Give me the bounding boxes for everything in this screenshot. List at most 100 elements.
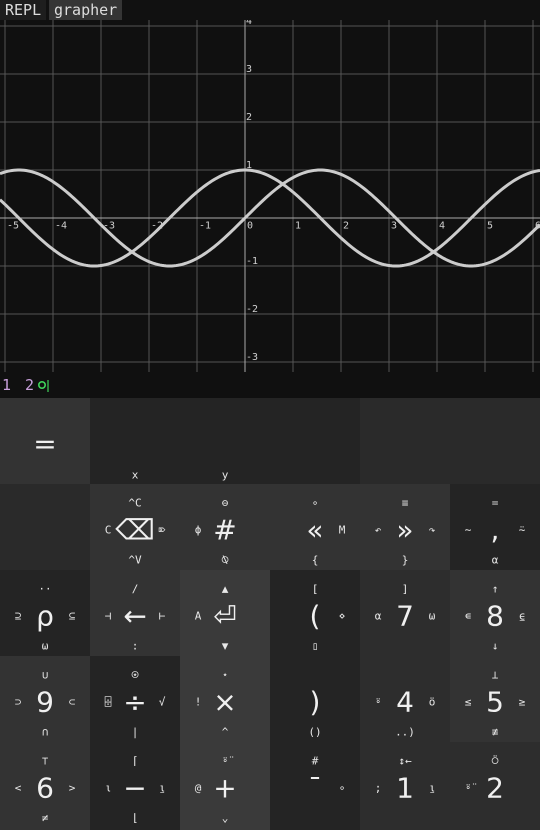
x-tick-label: -1 xyxy=(199,220,211,231)
y-tick-label: -1 xyxy=(246,256,258,267)
key-minus[interactable]: − ⌈ ⌊ ⍳ ⍸ xyxy=(90,742,180,830)
key-swipe-down-label: { xyxy=(311,553,319,567)
key-main-label: , xyxy=(490,513,500,547)
key-backspace[interactable]: ⌫ ^C ^V C ⌦ xyxy=(90,484,180,570)
key-plus[interactable]: + ⍤̈ ⌄ @ xyxy=(180,742,270,830)
key-swipe-up-label: ↕← xyxy=(398,754,412,768)
key-swipe-right-label: ⊂ xyxy=(68,695,76,709)
key-4[interactable]: 4..) ⍤ ö xyxy=(360,656,450,742)
tab-grapher[interactable]: grapher xyxy=(49,0,123,20)
key-main-label: 1 xyxy=(396,771,414,805)
key-7[interactable]: 7] ⍺ ⍵ xyxy=(360,570,450,656)
key-swipe-up-label: ⍤̈ xyxy=(221,754,229,768)
key-divide[interactable]: ÷ ⍟ | ⌹ √ xyxy=(90,656,180,742)
key-macron[interactable]: ¯ # ∘ xyxy=(270,742,360,830)
key-main-label: » xyxy=(396,513,414,547)
key-swipe-down-label: ▼ xyxy=(221,639,229,653)
key-5[interactable]: 5 ⊥ ≢ ≤ ≥ xyxy=(450,656,540,742)
key-swipe-left-label: ϕ xyxy=(194,523,202,537)
key-variable-label: x xyxy=(131,468,139,482)
key-swipe-left-label: ⊣ xyxy=(104,609,112,623)
key-swipe-down-label: ∩ xyxy=(41,725,49,739)
key-close-paren[interactable]: ) () xyxy=(270,656,360,742)
key-swipe-right-label: > xyxy=(68,781,76,795)
key-swipe-right-label: ö xyxy=(428,695,436,709)
key-swipe-up-label: ⍟ xyxy=(131,668,139,682)
key-main-label: ) xyxy=(309,685,321,719)
key-swipe-right-label: ⊢ xyxy=(158,609,166,623)
key-main-label: # xyxy=(213,513,237,547)
x-tick-label: 0 xyxy=(247,220,253,231)
key-swipe-down-label: : xyxy=(131,639,139,653)
key-swipe-left-label: ⍤ xyxy=(374,695,382,709)
key-swipe-right-label: ⍸ xyxy=(158,781,166,795)
key-left-guillemet[interactable]: « ∘ {M xyxy=(270,484,360,570)
backspace-icon: ⌫ xyxy=(115,513,155,547)
key-swipe-up-label: [ xyxy=(311,582,319,596)
key-main-label: 7 xyxy=(396,599,414,633)
key-swipe-left-label: ⍤̈ xyxy=(464,781,472,795)
key-swipe-up-label: ⊖ xyxy=(221,496,229,510)
key-right-guillemet[interactable]: » ≡} ↶ ↷ xyxy=(360,484,450,570)
key-main-label: = xyxy=(33,427,57,461)
key-main-label: 5 xyxy=(486,685,504,719)
key-swipe-left-label: ↶ xyxy=(374,523,382,537)
x-tick-label: -4 xyxy=(55,220,67,231)
ring-cursor-icon xyxy=(38,380,49,392)
key-9[interactable]: 9 ∪ ∩ ⊃ ⊂ xyxy=(0,656,90,742)
key-main-label: ¯ xyxy=(308,771,322,805)
input-value-2: 2 xyxy=(25,376,35,394)
key-swipe-right-label: ↷ xyxy=(428,523,436,537)
key-hash[interactable]: # ⊖ ⍉ ϕ xyxy=(180,484,270,570)
key-swipe-up-label: / xyxy=(131,582,139,596)
key-swipe-left-label: ; xyxy=(374,781,382,795)
key-swipe-up-label: ↑ xyxy=(491,582,499,596)
key-swipe-right-label: ⍨ xyxy=(518,523,526,537)
key-6[interactable]: 6 ⊤ ≠ < > xyxy=(0,742,90,830)
x-tick-label: 4 xyxy=(439,220,445,231)
key-main-label: « xyxy=(306,513,324,547)
key-swipe-right-label: √ xyxy=(158,695,166,709)
x-tick-label: 5 xyxy=(487,220,493,231)
key-enter[interactable]: ⏎ ▲ ▼ A xyxy=(180,570,270,656)
key-main-label: 9 xyxy=(36,685,54,719)
graph-area[interactable]: -5 -4 -3 -2 -1 0 1 2 3 4 5 6 4 3 2 1 -1 -2 -3 xyxy=(0,16,540,372)
key-rho[interactable]: ρ ·· ω ⊇ ⊆ xyxy=(0,570,90,656)
key-swipe-left-label: A xyxy=(194,609,202,623)
key-swipe-left-label: ! xyxy=(194,695,202,709)
key-swipe-left-label: @ xyxy=(194,781,202,795)
key-swipe-up-label: ⌈ xyxy=(131,754,139,768)
key-swipe-right-label: ⍷ xyxy=(518,609,526,623)
key-swipe-up-label: ▲ xyxy=(221,582,229,596)
key-equals[interactable]: = xyxy=(0,398,90,484)
key-2[interactable]: 2 ⍥ ⍤̈ xyxy=(450,742,540,830)
key-open-paren[interactable]: ([▯ ⋄ xyxy=(270,570,360,656)
key-swipe-left-label: ⍺ xyxy=(374,609,382,623)
key-comma[interactable]: , = α ∼ ⍨ xyxy=(450,484,540,570)
key-times[interactable]: × ⋆ ^! xyxy=(180,656,270,742)
tab-repl[interactable]: REPL xyxy=(0,0,47,20)
key-swipe-right-label: ⊆ xyxy=(68,609,76,623)
key-swipe-left-label: ⊇ xyxy=(14,609,22,623)
key-8[interactable]: 8 ↑ ↓ ∊ ⍷ xyxy=(450,570,540,656)
key-main-label: + xyxy=(213,771,237,805)
key-swipe-down-label: ⌄ xyxy=(221,811,229,825)
key-swipe-down-label: } xyxy=(401,553,409,567)
key-x[interactable]: x xyxy=(90,398,180,484)
key-swipe-down-label: ⍉ xyxy=(221,553,229,567)
key-swipe-up-label: # xyxy=(311,754,319,768)
key-swipe-up-label: ∘ xyxy=(311,496,319,510)
key-swipe-up-label: ^C xyxy=(128,496,142,510)
key-swipe-down-label: ▯ xyxy=(311,639,319,653)
key-swipe-left-label: C xyxy=(104,523,112,537)
function-plot[interactable]: -5 -4 -3 -2 -1 0 1 2 3 4 5 64321-1-2-3 xyxy=(0,16,540,372)
key-main-label: 2 xyxy=(486,771,504,805)
key-swipe-up-label: ] xyxy=(401,582,409,596)
input-line[interactable]: 1 2 xyxy=(0,372,540,398)
key-swipe-down-label: ≢ xyxy=(491,725,499,739)
key-1[interactable]: 1 ↕←; ⍸ xyxy=(360,742,450,830)
key-swipe-down-label: ω xyxy=(41,639,49,653)
key-swipe-up-label: ≡ xyxy=(401,496,409,510)
key-y[interactable]: y xyxy=(180,398,270,484)
key-assign-arrow[interactable]: ← /: ⊣ ⊢ xyxy=(90,570,180,656)
